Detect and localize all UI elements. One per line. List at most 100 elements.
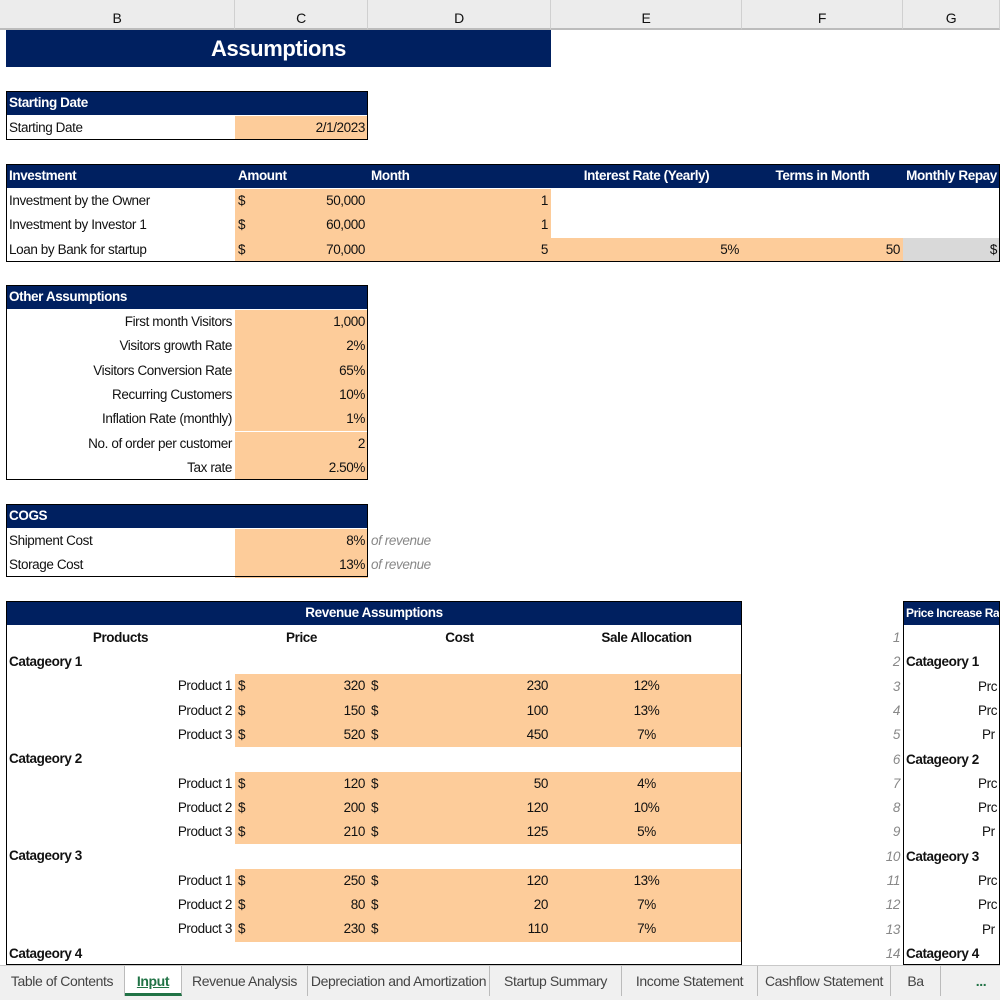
investment-header-5: Monthly Repay (903, 164, 1000, 189)
row-index: 4 (892, 702, 901, 718)
product-label: Product 3 (177, 726, 233, 742)
sheet-tab-ba[interactable]: Ba (891, 966, 941, 996)
product-label: Product 3 (177, 921, 233, 937)
sheet-tab-input[interactable]: Input (125, 966, 182, 996)
row-index: 9 (892, 824, 901, 840)
assumption-input[interactable]: 1,000 (235, 310, 368, 335)
investment-label: Investment by Investor 1 (9, 217, 147, 233)
investment-header-3: Interest Rate (Yearly) (551, 164, 742, 189)
cogs-label: Storage Cost (9, 557, 83, 573)
cost-input[interactable]: 100 (368, 699, 551, 723)
price-input[interactable]: 210 (235, 820, 368, 844)
sale-allocation-input[interactable]: 7% (551, 893, 742, 918)
monthly-repay (903, 213, 1000, 237)
sheet-tab-cashflow-statement[interactable]: Cashflow Statement (758, 966, 891, 996)
assumption-label: Inflation Rate (monthly) (102, 411, 232, 427)
sale-allocation-input[interactable]: 13% (551, 868, 742, 893)
cost-input[interactable]: 20 (368, 893, 551, 917)
column-header-E[interactable]: E (551, 0, 742, 30)
price-input[interactable]: 120 (235, 772, 368, 796)
column-header-C[interactable]: C (235, 0, 368, 30)
assumption-input[interactable]: 65% (235, 358, 368, 383)
cost-input[interactable]: 110 (368, 917, 551, 941)
starting-date-input[interactable]: 2/1/2023 (235, 116, 368, 141)
assumption-input[interactable]: 1% (235, 407, 368, 432)
section-header-other-assumptions: Other Assumptions (6, 285, 368, 310)
investment-header-1: Amount (235, 164, 368, 189)
interest-rate-input[interactable] (551, 213, 742, 237)
assumption-input[interactable]: 2 (235, 431, 368, 456)
price-input[interactable]: 200 (235, 796, 368, 820)
assumption-label: Tax rate (187, 459, 232, 475)
sale-allocation-input[interactable]: 7% (551, 722, 742, 748)
more-tabs-button[interactable]: ... (962, 966, 1000, 996)
column-header-D[interactable]: D (368, 0, 551, 30)
price-input[interactable]: 150 (235, 699, 368, 723)
investment-amount-input[interactable]: 60,000 (235, 213, 368, 237)
cogs-note: of revenue (371, 533, 431, 548)
investment-month-input[interactable]: 1 (368, 189, 551, 214)
revenue-column-header: Sale Allocation (601, 630, 692, 645)
sheet-tab-income-statement[interactable]: Income Statement (622, 966, 758, 996)
assumption-input[interactable]: 2.50% (235, 455, 368, 481)
investment-month-input[interactable]: 5 (368, 237, 551, 262)
cost-input[interactable]: 230 (368, 674, 551, 698)
assumption-label: Recurring Customers (112, 386, 232, 402)
column-header-G[interactable]: G (903, 0, 1000, 30)
sheet-tab-depreciation-and-amortization[interactable]: Depreciation and Amortization (308, 966, 490, 996)
category-label: Catageory 3 (906, 848, 979, 864)
cost-input[interactable]: 450 (368, 723, 551, 747)
row-index: 7 (892, 775, 901, 791)
sheet-tab-startup-summary[interactable]: Startup Summary (490, 966, 622, 996)
cost-input[interactable]: 125 (368, 820, 551, 844)
sale-allocation-input[interactable]: 13% (551, 698, 742, 723)
investment-header-2: Month (368, 164, 551, 189)
sale-allocation-input[interactable]: 7% (551, 917, 742, 942)
sale-allocation-input[interactable]: 12% (551, 674, 742, 699)
cogs-note: of revenue (371, 557, 431, 573)
investment-month-input[interactable]: 1 (368, 213, 551, 238)
revenue-column-header: Price (285, 630, 318, 645)
category-label: Catageory 1 (906, 654, 979, 670)
cost-input[interactable]: 120 (368, 869, 551, 893)
row-index: 12 (885, 897, 901, 913)
column-header-F[interactable]: F (742, 0, 903, 30)
revenue-column-header: Cost (445, 630, 474, 645)
cogs-input[interactable]: 8% (235, 529, 368, 554)
cogs-input[interactable]: 13% (235, 553, 368, 578)
investment-amount-input[interactable]: 50,000 (235, 189, 368, 213)
sheet-tab-revenue-analysis[interactable]: Revenue Analysis (182, 966, 308, 996)
price-input[interactable]: 230 (235, 917, 368, 941)
terms-input[interactable]: 50 (742, 237, 903, 262)
assumption-label: Visitors Conversion Rate (93, 362, 232, 378)
product-label: Prc (978, 800, 998, 816)
product-label: Prc (978, 873, 998, 888)
price-input[interactable]: 520 (235, 723, 368, 747)
sale-allocation-input[interactable]: 5% (551, 820, 742, 845)
section-header-cogs: COGS (6, 504, 368, 529)
interest-rate-input[interactable]: 5% (551, 237, 742, 262)
product-label: Pr (982, 824, 995, 840)
assumption-input[interactable]: 10% (235, 382, 368, 408)
price-input[interactable]: 250 (235, 869, 368, 893)
row-index: 10 (885, 848, 901, 864)
terms-input[interactable] (742, 213, 903, 237)
starting-date-label: Starting Date (9, 120, 83, 135)
sheet-tab-table-of-contents[interactable]: Table of Contents (0, 966, 125, 996)
investment-label: Investment by the Owner (9, 193, 150, 208)
price-input[interactable]: 320 (235, 674, 368, 698)
product-label: Pr (982, 921, 995, 937)
cost-input[interactable]: 50 (368, 772, 551, 796)
price-input[interactable]: 80 (235, 893, 368, 917)
assumption-input[interactable]: 2% (235, 334, 368, 359)
row-index: 13 (885, 921, 901, 937)
column-header-B[interactable]: B (0, 0, 235, 30)
sale-allocation-input[interactable]: 4% (551, 771, 742, 796)
sale-allocation-input[interactable]: 10% (551, 795, 742, 821)
investment-amount-input[interactable]: 70,000 (235, 238, 368, 262)
interest-rate-input[interactable] (551, 189, 742, 213)
row-index: 5 (892, 727, 901, 743)
cost-input[interactable]: 120 (368, 796, 551, 820)
product-label: Product 2 (177, 897, 233, 912)
terms-input[interactable] (742, 189, 903, 213)
